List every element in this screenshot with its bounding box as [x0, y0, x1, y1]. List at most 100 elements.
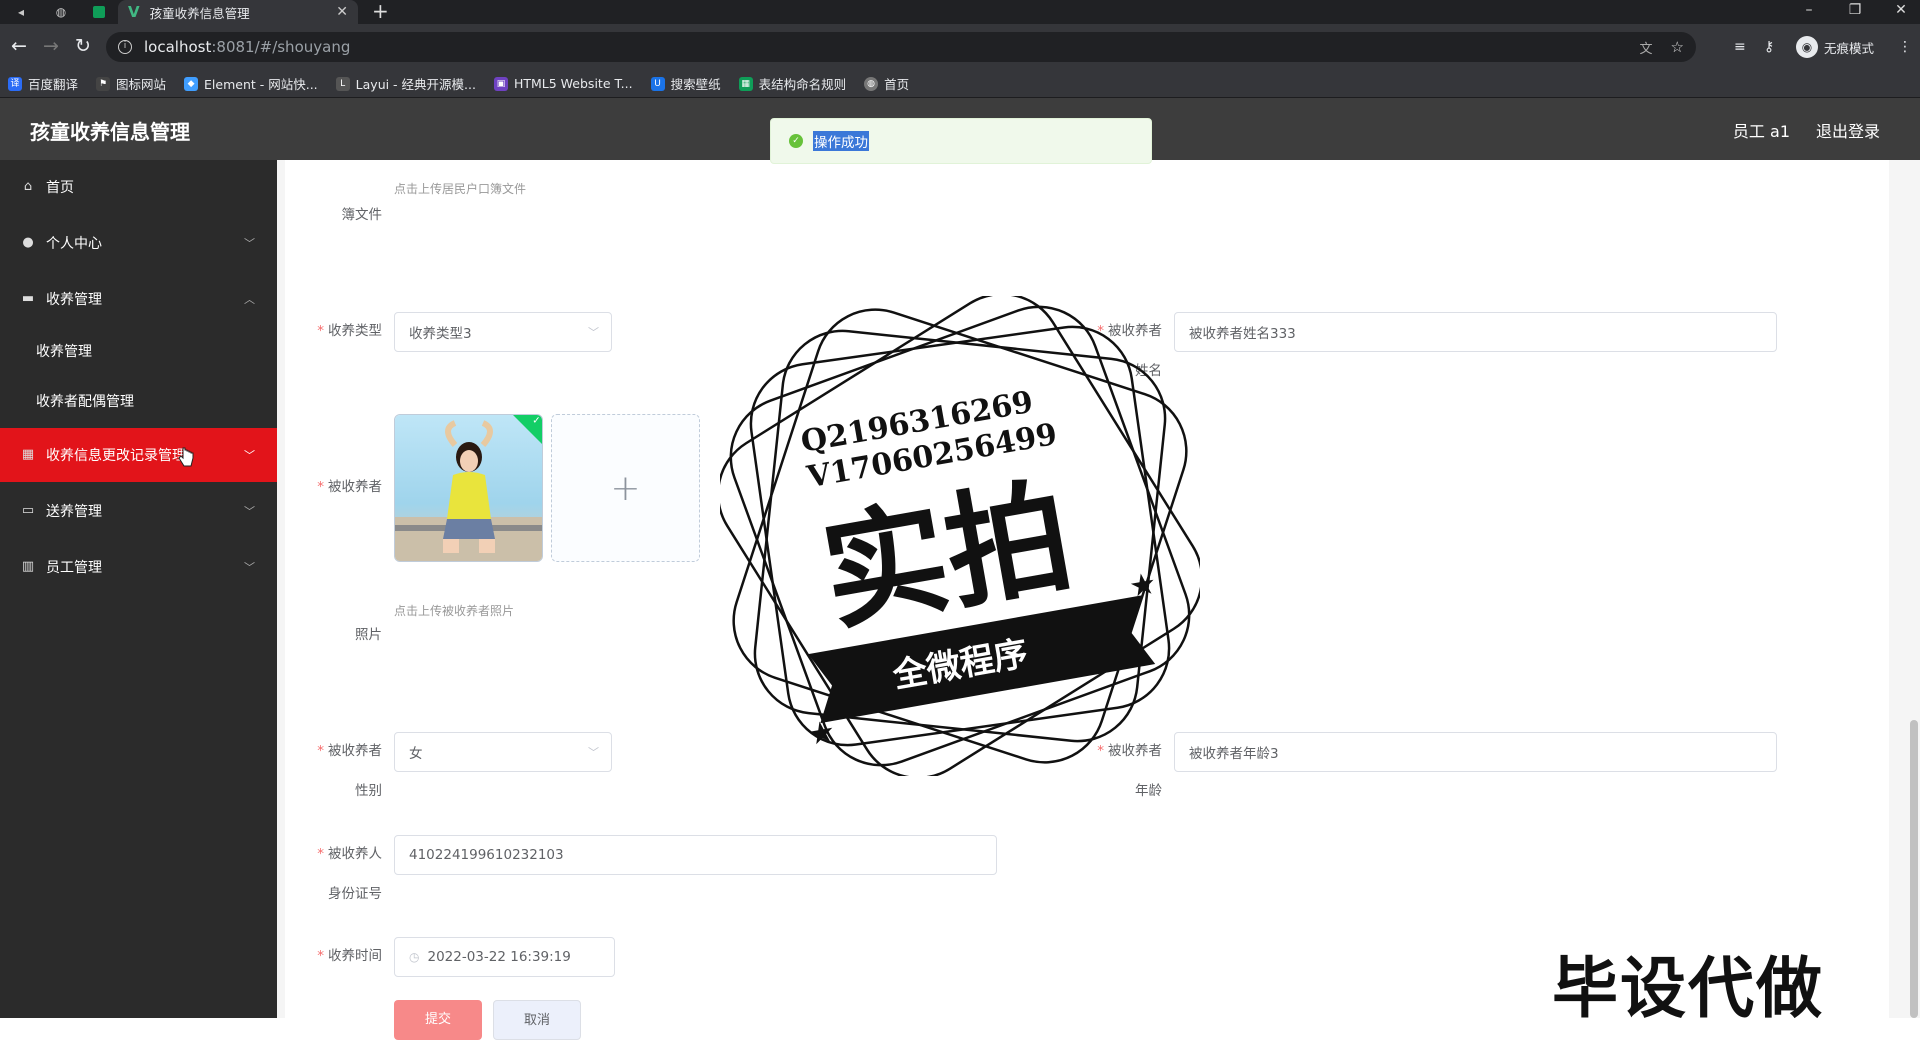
bookmark-item[interactable]: ⚑ 图标网站	[96, 74, 166, 93]
url-host: localhost	[144, 38, 212, 56]
address-bar-row: ← → ↻ i localhost:8081/#/shouyang 文 ☆ ≡ …	[0, 24, 1920, 70]
restore-button[interactable]: ❐	[1832, 0, 1878, 24]
grid-icon: ▦	[21, 447, 35, 462]
chevron-down-icon: ﹀	[588, 326, 599, 339]
bookmark-item[interactable]: U 搜索壁纸	[650, 74, 721, 93]
tab-title: 孩童收养信息管理	[149, 5, 250, 21]
vue-logo-icon: V	[128, 3, 140, 21]
bookmark-item[interactable]: 译百度翻译	[8, 74, 78, 93]
chevron-down-icon: ﹀	[244, 449, 255, 462]
tab-close-icon[interactable]: ✕	[336, 4, 348, 20]
type-label: * 收养类型	[317, 323, 382, 339]
type-select[interactable]: 收养类型3 ﹀	[394, 312, 612, 352]
globe-icon[interactable]: ◍	[48, 2, 74, 22]
minimize-button[interactable]: –	[1786, 0, 1832, 24]
gender-select[interactable]: 女 ﹀	[394, 732, 612, 772]
submenu-item-spouse[interactable]: 收养者配偶管理	[0, 376, 277, 426]
id-number-label-2: 身份证号	[328, 886, 382, 902]
gender-label-2: 性别	[355, 783, 382, 799]
sidebar-item-staff[interactable]: ▥ 员工管理 ﹀	[0, 540, 277, 594]
sidebar-item-fostering[interactable]: ▭ 送养管理 ﹀	[0, 484, 277, 538]
url-path: :8081/#/shouyang	[211, 38, 351, 56]
hand-cursor-icon	[178, 446, 194, 468]
translate-bookmark-icon: 译	[8, 76, 22, 91]
main-content	[277, 160, 1920, 1018]
bookmarks-bar: 译百度翻译 ⚑ 图标网站 ◆ Element - 网站快... L Layui - 经…	[0, 70, 1920, 98]
incognito-icon: ◉	[1796, 36, 1818, 58]
photo-label-2: 照片	[355, 627, 382, 643]
reload-icon[interactable]: ↻	[72, 36, 94, 58]
chevron-down-icon: ﹀	[244, 505, 255, 518]
book-icon: ▬	[21, 291, 35, 306]
sidebar-item-adoption[interactable]: ▬ 收养管理 ︿	[0, 272, 277, 326]
age-input[interactable]: 被收养者年龄3	[1174, 732, 1777, 772]
photo-upload-button[interactable]: +	[551, 414, 700, 562]
reading-list-icon[interactable]: ≡	[1734, 36, 1746, 58]
back-icon[interactable]: ←	[8, 36, 30, 58]
age-label: * 被收养者	[1097, 743, 1162, 759]
page-scrollbar[interactable]	[1910, 720, 1918, 1018]
watermark-text: 毕设代做	[1552, 950, 1824, 1027]
hukou-label: 簿文件	[341, 207, 383, 223]
element-bookmark-icon: ◆	[184, 76, 199, 91]
translate-icon[interactable]: 文	[1640, 38, 1653, 57]
plus-icon: +	[610, 467, 641, 509]
forward-icon[interactable]: →	[40, 36, 62, 58]
layui-bookmark-icon: L	[335, 76, 350, 91]
wallpaper-bookmark-icon: U	[650, 76, 665, 91]
bookmark-item[interactable]: ◆ Element - 网站快...	[184, 74, 318, 93]
url-field[interactable]: i localhost:8081/#/shouyang 文 ☆	[106, 32, 1696, 62]
bookmark-item[interactable]: ▦ 表结构命名规则	[738, 74, 846, 93]
submenu-item-adoption[interactable]: 收养管理	[0, 326, 277, 376]
chevron-down-icon: ﹀	[588, 746, 599, 759]
sidebar-item-home[interactable]: ⌂ 首页	[0, 160, 277, 214]
globe-bookmark-icon: ◍	[864, 76, 879, 91]
age-label-2: 年龄	[1135, 783, 1162, 799]
flag-bookmark-icon: ⚑	[96, 76, 111, 91]
hukou-upload-hint[interactable]: 点击上传居民户口簿文件	[394, 180, 526, 197]
photo-image	[395, 415, 542, 561]
chevron-down-icon: ﹀	[244, 561, 255, 574]
sheet-tab-icon[interactable]	[86, 2, 112, 22]
clock-icon: ◷	[409, 950, 420, 964]
bookmark-item[interactable]: ▣ HTML5 Website T...	[493, 76, 633, 91]
adoptee-photo-thumbnail[interactable]: ✓	[394, 414, 543, 562]
adopt-time-label: * 收养时间	[317, 948, 382, 964]
bookmark-item[interactable]: ◍ 首页	[864, 74, 909, 93]
app-title: 孩童收养信息管理	[30, 120, 190, 144]
chevron-up-icon: ︿	[244, 293, 255, 306]
sidebar-item-profile[interactable]: ● 个人中心 ﹀	[0, 216, 277, 270]
bookmark-item[interactable]: L Layui - 经典开源模...	[335, 74, 476, 93]
cancel-button[interactable]: 取消	[493, 1000, 581, 1040]
success-toast: ✓ 操作成功	[770, 118, 1152, 164]
key-icon[interactable]: ⚷	[1764, 36, 1774, 58]
new-tab-button[interactable]: +	[372, 0, 389, 24]
gender-label: * 被收养者	[317, 743, 382, 759]
logout-link[interactable]: 退出登录	[1816, 118, 1880, 142]
briefcase-icon: ▭	[21, 503, 35, 518]
adopt-time-picker[interactable]: ◷ 2022-03-22 16:39:19	[394, 937, 615, 977]
adoptee-name-label: * 被收养者	[1097, 323, 1162, 339]
adoption-form	[285, 160, 1889, 1018]
id-number-label: * 被收养人	[317, 846, 382, 862]
id-number-input[interactable]: 410224199610232103	[394, 835, 997, 875]
audio-icon[interactable]: ◂	[8, 2, 34, 22]
info-icon[interactable]: i	[118, 40, 132, 54]
check-circle-icon: ✓	[789, 134, 803, 148]
adoptee-name-input[interactable]: 被收养者姓名333	[1174, 312, 1777, 352]
incognito-indicator[interactable]: ◉ 无痕模式	[1796, 36, 1874, 58]
incognito-label: 无痕模式	[1824, 40, 1875, 56]
toast-message: 操作成功	[813, 131, 869, 151]
current-user: 员工 a1	[1732, 122, 1790, 141]
submit-button[interactable]: 提交	[394, 1000, 482, 1040]
star-icon[interactable]: ☆	[1671, 38, 1684, 56]
active-tab[interactable]: V 孩童收养信息管理 ✕	[118, 0, 358, 24]
photo-upload-hint[interactable]: 点击上传被收养者照片	[394, 602, 514, 619]
chart-icon: ▥	[21, 559, 35, 574]
photo-label: * 被收养者	[317, 479, 382, 495]
adoptee-name-label-2: 姓名	[1135, 363, 1162, 379]
home-icon: ⌂	[23, 179, 33, 194]
close-window-button[interactable]: ✕	[1878, 0, 1920, 24]
sidebar-item-change-records[interactable]: ▦ 收养信息更改记录管理 ﹀	[0, 428, 277, 482]
menu-dots-icon[interactable]: ⋮	[1898, 36, 1912, 58]
